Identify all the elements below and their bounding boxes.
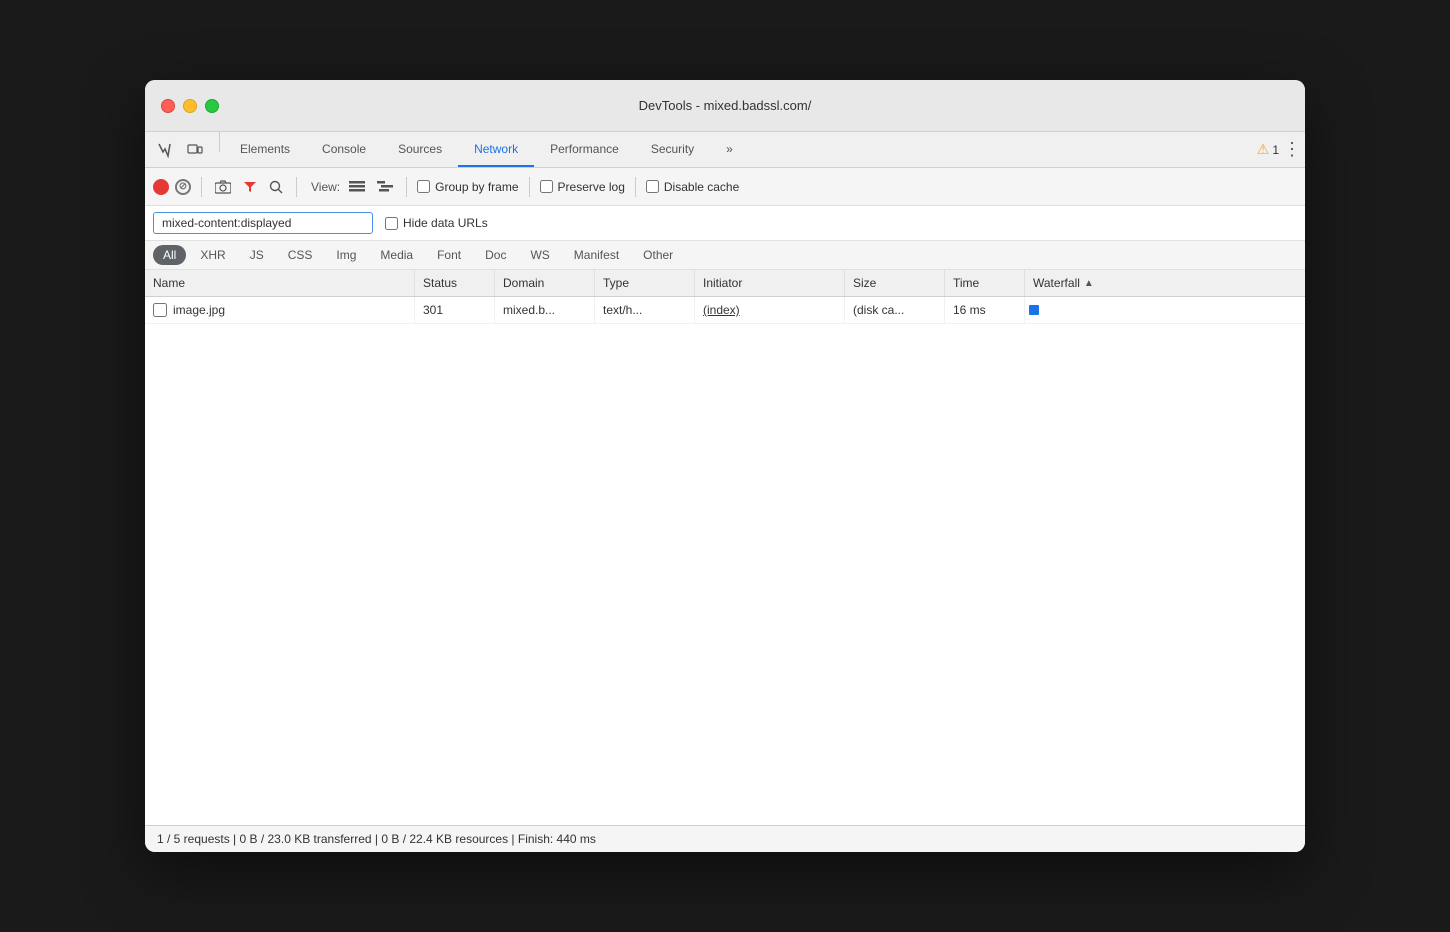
view-list-button[interactable] bbox=[346, 177, 368, 197]
cell-time: 16 ms bbox=[945, 297, 1025, 323]
row-checkbox[interactable] bbox=[153, 303, 167, 317]
cell-name: image.jpg bbox=[145, 297, 415, 323]
tab-separator bbox=[219, 132, 220, 152]
filter-bar: Hide data URLs bbox=[145, 206, 1305, 241]
tab-performance[interactable]: Performance bbox=[534, 132, 635, 167]
devtools-content: Elements Console Sources Network Perform… bbox=[145, 132, 1305, 852]
type-filter-js[interactable]: JS bbox=[240, 245, 274, 265]
table-row[interactable]: image.jpg 301 mixed.b... text/h... (inde… bbox=[145, 297, 1305, 324]
toolbar-sep-3 bbox=[406, 177, 407, 197]
status-bar: 1 / 5 requests | 0 B / 23.0 KB transferr… bbox=[145, 825, 1305, 852]
disable-cache-label[interactable]: Disable cache bbox=[646, 180, 739, 194]
preserve-log-label[interactable]: Preserve log bbox=[540, 180, 625, 194]
cell-status: 301 bbox=[415, 297, 495, 323]
cell-waterfall bbox=[1025, 297, 1305, 323]
clear-button[interactable]: ⊘ bbox=[175, 179, 191, 195]
toolbar-sep-5 bbox=[635, 177, 636, 197]
minimize-button[interactable] bbox=[183, 99, 197, 113]
table-body: image.jpg 301 mixed.b... text/h... (inde… bbox=[145, 297, 1305, 825]
tab-elements[interactable]: Elements bbox=[224, 132, 306, 167]
cell-type: text/h... bbox=[595, 297, 695, 323]
group-by-frame-checkbox[interactable] bbox=[417, 180, 430, 193]
preserve-log-checkbox[interactable] bbox=[540, 180, 553, 193]
toolbar-sep-4 bbox=[529, 177, 530, 197]
disable-cache-checkbox[interactable] bbox=[646, 180, 659, 193]
col-header-domain[interactable]: Domain bbox=[495, 270, 595, 296]
devtools-icons bbox=[145, 132, 215, 167]
close-button[interactable] bbox=[161, 99, 175, 113]
filter-input[interactable] bbox=[153, 212, 373, 234]
tab-bar: Elements Console Sources Network Perform… bbox=[145, 132, 1305, 168]
cell-domain: mixed.b... bbox=[495, 297, 595, 323]
tab-spacer bbox=[749, 132, 1257, 167]
col-header-name[interactable]: Name bbox=[145, 270, 415, 296]
view-label: View: bbox=[311, 180, 340, 194]
tab-network[interactable]: Network bbox=[458, 132, 534, 167]
table-header: Name Status Domain Type Initiator Size T… bbox=[145, 270, 1305, 297]
block-icon: ⊘ bbox=[179, 181, 187, 192]
tab-security[interactable]: Security bbox=[635, 132, 710, 167]
col-header-type[interactable]: Type bbox=[595, 270, 695, 296]
network-toolbar: ⊘ View: bbox=[145, 168, 1305, 206]
toolbar-sep-2 bbox=[296, 177, 297, 197]
camera-button[interactable] bbox=[212, 177, 234, 197]
tab-console[interactable]: Console bbox=[306, 132, 382, 167]
type-filter-css[interactable]: CSS bbox=[278, 245, 323, 265]
toolbar-sep-1 bbox=[201, 177, 202, 197]
maximize-button[interactable] bbox=[205, 99, 219, 113]
cell-initiator: (index) bbox=[695, 297, 845, 323]
type-filter-ws[interactable]: WS bbox=[520, 245, 559, 265]
record-button[interactable] bbox=[153, 179, 169, 195]
filter-button[interactable] bbox=[240, 177, 260, 197]
type-filter-doc[interactable]: Doc bbox=[475, 245, 516, 265]
type-filter-media[interactable]: Media bbox=[370, 245, 423, 265]
device-icon[interactable] bbox=[183, 138, 207, 162]
inspect-icon[interactable] bbox=[153, 138, 177, 162]
window-title: DevTools - mixed.badssl.com/ bbox=[639, 98, 812, 113]
type-filter-xhr[interactable]: XHR bbox=[190, 245, 235, 265]
type-filter-font[interactable]: Font bbox=[427, 245, 471, 265]
type-filter-bar: All XHR JS CSS Img Media Font Doc bbox=[145, 241, 1305, 270]
type-filter-all[interactable]: All bbox=[153, 245, 186, 265]
tab-sources[interactable]: Sources bbox=[382, 132, 458, 167]
col-header-initiator[interactable]: Initiator bbox=[695, 270, 845, 296]
type-filter-manifest[interactable]: Manifest bbox=[564, 245, 629, 265]
type-filter-other[interactable]: Other bbox=[633, 245, 683, 265]
devtools-menu-button[interactable]: ⋮ bbox=[1279, 132, 1305, 167]
search-button[interactable] bbox=[266, 177, 286, 197]
col-header-status[interactable]: Status bbox=[415, 270, 495, 296]
view-waterfall-button[interactable] bbox=[374, 177, 396, 197]
group-by-frame-label[interactable]: Group by frame bbox=[417, 180, 518, 194]
hide-data-urls-label[interactable]: Hide data URLs bbox=[385, 216, 488, 230]
warning-button[interactable]: ⚠ 1 bbox=[1257, 132, 1279, 167]
devtools-window: DevTools - mixed.badssl.com/ bbox=[145, 80, 1305, 852]
traffic-lights bbox=[161, 99, 219, 113]
col-header-waterfall[interactable]: Waterfall ▲ bbox=[1025, 270, 1305, 296]
type-filter-img[interactable]: Img bbox=[326, 245, 366, 265]
hide-data-urls-checkbox[interactable] bbox=[385, 217, 398, 230]
tab-more[interactable]: » bbox=[710, 132, 749, 167]
waterfall-bar-fill bbox=[1029, 305, 1039, 315]
col-header-size[interactable]: Size bbox=[845, 270, 945, 296]
cell-size: (disk ca... bbox=[845, 297, 945, 323]
warning-icon: ⚠ bbox=[1257, 141, 1270, 158]
sort-arrow-icon: ▲ bbox=[1084, 278, 1094, 289]
col-header-time[interactable]: Time bbox=[945, 270, 1025, 296]
titlebar: DevTools - mixed.badssl.com/ bbox=[145, 80, 1305, 132]
